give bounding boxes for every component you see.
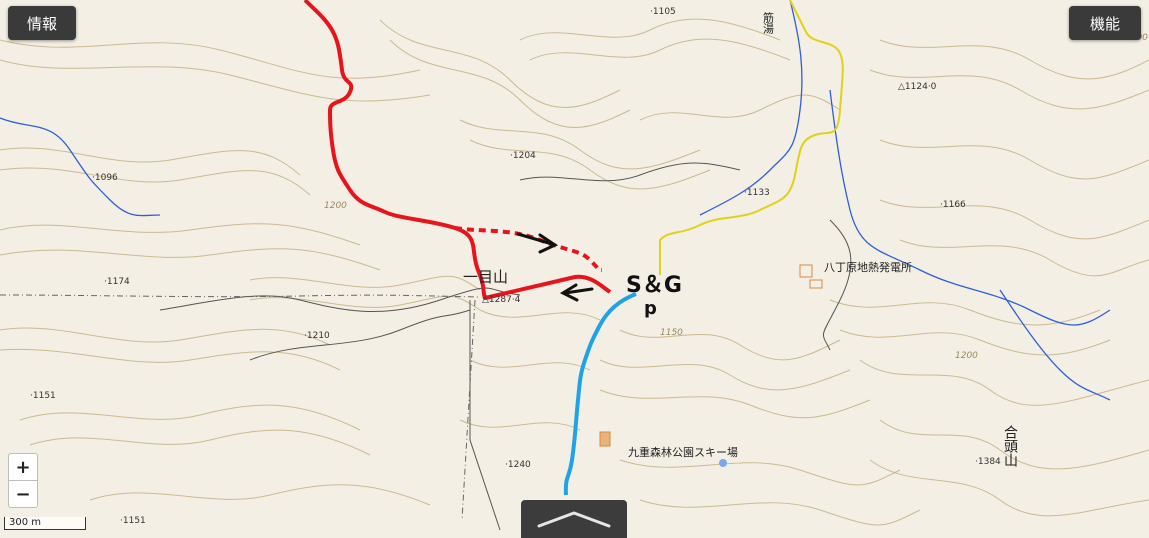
contour-label: 1150 xyxy=(660,328,683,338)
place-hatchobaru: 八丁原地熱発電所 xyxy=(824,260,912,274)
elevation-label: △1287·4 xyxy=(482,295,521,305)
pond xyxy=(719,459,727,467)
info-button[interactable]: 情報 xyxy=(8,6,76,40)
elevation-label: ·1174 xyxy=(104,277,130,287)
elevation-label: ·1384 xyxy=(975,457,1001,467)
bottom-drawer-toggle[interactable] xyxy=(521,500,627,538)
elevation-label: ·1204 xyxy=(510,151,536,161)
place-gotoyama: 合頭山 xyxy=(1002,425,1018,467)
scale-bar: 300 m xyxy=(4,517,86,530)
place-sujiyu: 筋湯 xyxy=(762,11,775,35)
place-ski-area: 九重森林公園スキー場 xyxy=(628,445,738,459)
elevation-label: ·1166 xyxy=(940,200,966,210)
place-hitomeyama: 一目山 xyxy=(463,268,508,286)
elevation-label: ·1151 xyxy=(30,391,56,401)
topographic-map[interactable]: S＆G p 一目山 八丁原地熱発電所 九重森林公園スキー場 合頭山 筋湯 ·11… xyxy=(0,0,1149,538)
elevation-label: △1124·0 xyxy=(898,82,937,92)
contour-label: 1200 xyxy=(955,351,978,361)
function-button[interactable]: 機能 xyxy=(1069,6,1141,40)
zoom-out-button[interactable]: − xyxy=(8,480,38,508)
contour-label: 1200 xyxy=(324,201,347,211)
elevation-label: ·1240 xyxy=(505,460,531,470)
chevron-up-icon xyxy=(537,511,611,528)
parking-label: p xyxy=(644,298,657,319)
elevation-label: ·1105 xyxy=(650,7,676,17)
start-goal-label: S＆G xyxy=(626,273,682,298)
elevation-label: ·1210 xyxy=(304,331,330,341)
elevation-label: ·1133 xyxy=(744,188,770,198)
elevation-label: ·1096 xyxy=(92,173,118,183)
zoom-in-button[interactable]: + xyxy=(8,453,38,481)
elevation-label: ·1151 xyxy=(120,516,146,526)
